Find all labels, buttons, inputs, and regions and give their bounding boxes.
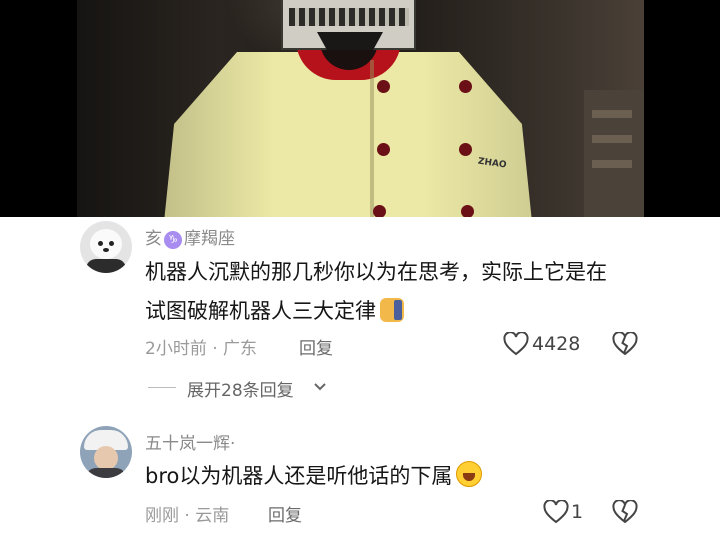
avatar[interactable] [80,426,132,478]
reply-button[interactable]: 回复 [268,501,302,526]
comment-text-line2: 试图破解机器人三大定律 [145,295,404,325]
rolling-laugh-emoji-icon [456,461,483,487]
expand-replies-label[interactable]: 展开28条回复 [187,381,294,401]
avatar-face [94,446,118,470]
dog-nose [103,248,109,252]
chevron-down-icon[interactable] [313,381,327,393]
comment-username-row[interactable]: 五十岚一辉· [145,429,235,454]
expand-replies-button[interactable]: 展开28条回复 [187,376,294,401]
comment-username[interactable]: 亥 [145,229,162,249]
dog-face [90,229,122,259]
reply-button[interactable]: 回复 [299,334,333,359]
dislike-broken-heart-icon[interactable] [612,332,638,356]
comment-meta: 2小时前 · 广东 [145,334,257,359]
video-player[interactable]: ZHAO [0,0,720,217]
capricorn-icon: ♑ [164,231,182,249]
comment-text-line2-text: 试图破解机器人三大定律 [145,299,376,323]
robot-jaw [317,32,383,50]
like-count: 1 [571,501,584,523]
jacket-button [377,143,390,156]
comment-meta: 刚刚 · 云南 [145,501,229,526]
jacket-button [377,80,390,93]
jacket-button [461,205,474,217]
meta-separator: · [212,339,218,359]
jacket-button [373,205,386,217]
like-heart-icon[interactable] [543,500,569,524]
dog-eye [109,241,114,246]
username-suffix: · [230,434,236,454]
comment-location: 广东 [223,339,258,359]
dog-body [86,259,126,273]
cat-emoji-icon [380,298,404,322]
jacket-placket [370,60,374,217]
comment-username[interactable]: 五十岚一辉 [145,434,230,454]
like-count: 4428 [532,333,581,355]
panel-stripe [592,110,632,118]
jacket-button [459,80,472,93]
jacket-button [459,143,472,156]
robot-head [281,0,416,50]
comment-location: 云南 [195,506,230,526]
avatar-shirt [86,468,126,478]
comment-time: 2小时前 [145,339,207,359]
dislike-broken-heart-icon[interactable] [612,500,638,524]
panel-stripe [592,160,632,168]
panel-stripe [592,135,632,143]
like-heart-icon[interactable] [503,332,529,356]
comment-text-line: bro以为机器人还是听他话的下属 [145,460,483,490]
comment-text: bro以为机器人还是听他话的下属 [145,464,453,488]
avatar[interactable] [80,221,132,273]
comment-text-line1: 机器人沉默的那几秒你以为在思考，实际上它是在 [145,260,607,284]
background-panel [584,90,644,217]
robot-visor [289,8,409,26]
expand-divider [148,387,176,388]
dog-eye [98,241,103,246]
comment-username-row[interactable]: 亥 ♑ 摩羯座 [145,224,235,249]
meta-separator: · [184,506,190,526]
comment-time: 刚刚 [145,506,179,526]
zodiac-label: 摩羯座 [184,229,235,249]
